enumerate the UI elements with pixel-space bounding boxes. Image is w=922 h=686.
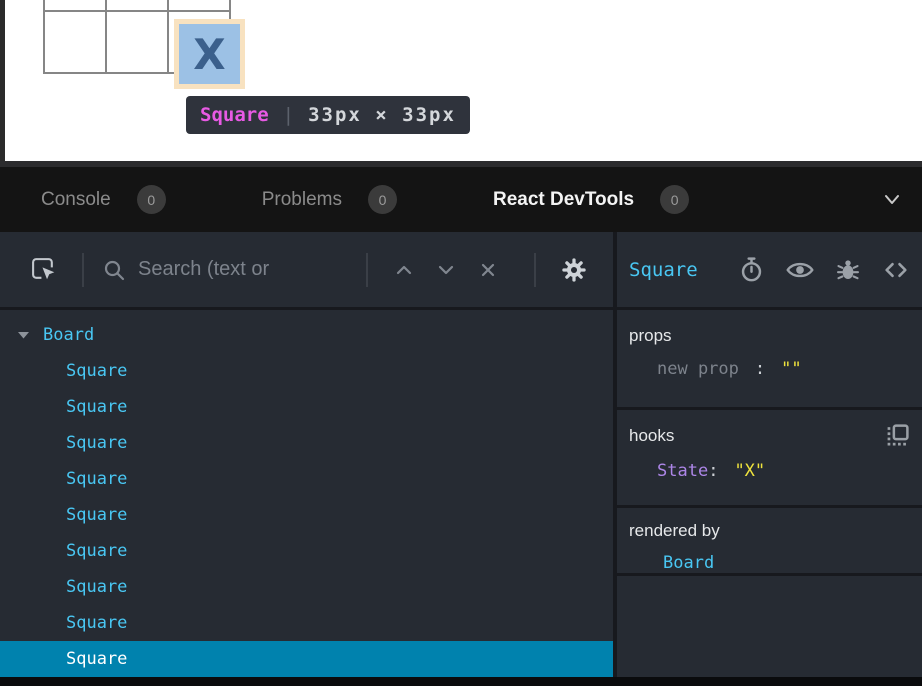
view-source-button[interactable]	[882, 256, 910, 284]
chevron-down-icon	[434, 258, 458, 282]
bug-icon	[835, 257, 861, 283]
board-square-value: X	[193, 30, 225, 79]
tooltip-separator: |	[283, 104, 294, 126]
colon: :	[755, 359, 765, 379]
collapse-drawer-button[interactable]	[880, 187, 904, 211]
tree-item-label: Square	[66, 505, 127, 525]
tab-react-devtools[interactable]: React DevTools 0	[493, 185, 689, 214]
hooks-section: hooks	[617, 410, 922, 508]
tab-react-devtools-badge: 0	[660, 185, 689, 214]
rendered-by-board-link[interactable]: Board	[617, 553, 922, 573]
new-prop-row: new prop : ""	[617, 359, 922, 379]
rendered-by-section: rendered by Board	[617, 508, 922, 576]
toolbar-divider	[534, 253, 536, 287]
hook-value-input[interactable]: "X"	[734, 461, 765, 481]
tooltip-dimensions: 33px × 33px	[308, 104, 456, 126]
new-prop-value-input[interactable]: ""	[781, 359, 801, 379]
tree-item-label: Square	[66, 577, 127, 597]
browser-page: X Square | 33px × 33px	[0, 0, 922, 161]
tree-item-label: Square	[66, 649, 127, 669]
react-devtools-panel: Square	[0, 232, 922, 677]
inspect-dom-button[interactable]	[786, 256, 814, 284]
components-toolbar	[0, 232, 613, 310]
parse-hooks-icon	[885, 423, 910, 448]
tree-item-square[interactable]: Square	[0, 497, 613, 533]
tree-item-board[interactable]: Board	[0, 317, 613, 353]
tree-item-square[interactable]: Square	[0, 425, 613, 461]
tree-item-square[interactable]: Square	[0, 389, 613, 425]
tab-console-badge: 0	[137, 185, 166, 214]
parse-hook-names-button[interactable]	[885, 423, 910, 448]
tab-react-devtools-label: React DevTools	[493, 189, 634, 211]
tree-item-square-selected[interactable]: Square	[0, 641, 613, 677]
tree-item-label: Board	[43, 325, 94, 345]
search-input[interactable]	[138, 258, 350, 281]
colon: :	[708, 461, 718, 481]
tree-item-label: Square	[66, 541, 127, 561]
toolbar-divider	[82, 253, 84, 287]
drawer-tabbar: Console 0 Problems 0 React DevTools 0	[0, 167, 922, 232]
tree-item-square[interactable]: Square	[0, 353, 613, 389]
clear-search-button[interactable]	[476, 258, 500, 282]
settings-button[interactable]	[560, 256, 588, 284]
inspect-element-icon	[30, 256, 57, 283]
toolbar-divider	[366, 253, 368, 287]
tree-item-label: Square	[66, 361, 127, 381]
state-hook-row: State : "X"	[617, 461, 922, 481]
inspector-toolbar: Square	[617, 232, 922, 310]
tooltip-component-name: Square	[200, 104, 269, 126]
chevron-down-icon	[881, 188, 903, 210]
tree-item-square[interactable]: Square	[0, 461, 613, 497]
tree-item-label: Square	[66, 469, 127, 489]
gear-icon	[560, 256, 588, 284]
component-tree: Board Square Square Square Square Square…	[0, 313, 613, 677]
rendered-by-title: rendered by	[629, 521, 720, 541]
tree-item-square[interactable]: Square	[0, 605, 613, 641]
tree-item-label: Square	[66, 613, 127, 633]
chevron-up-icon	[392, 258, 416, 282]
expand-arrow-icon[interactable]	[17, 331, 31, 339]
element-size-tooltip: Square | 33px × 33px	[186, 96, 470, 134]
panel-splitter[interactable]	[613, 232, 617, 677]
inspect-element-button[interactable]	[30, 256, 57, 283]
tree-item-label: Square	[66, 397, 127, 417]
hooks-section-title: hooks	[629, 426, 674, 446]
board-square[interactable]	[106, 11, 168, 73]
tab-console[interactable]: Console 0	[41, 185, 166, 214]
board-square[interactable]	[44, 0, 106, 11]
inspect-highlight-content[interactable]: X	[179, 24, 240, 84]
new-prop-name-input[interactable]: new prop	[657, 359, 739, 379]
selected-component-title: Square	[629, 259, 698, 281]
previous-result-button[interactable]	[392, 258, 416, 282]
props-section: props new prop : ""	[617, 313, 922, 410]
screenshot-root: X Square | 33px × 33px Console 0 Problem…	[0, 0, 922, 686]
eye-icon	[786, 256, 814, 284]
next-result-button[interactable]	[434, 258, 458, 282]
tab-problems-badge: 0	[368, 185, 397, 214]
props-section-title: props	[629, 326, 672, 346]
window-edge	[0, 0, 5, 161]
board-square[interactable]	[168, 0, 230, 11]
board-square[interactable]	[44, 11, 106, 73]
code-brackets-icon	[882, 256, 910, 284]
tree-item-square[interactable]: Square	[0, 569, 613, 605]
tab-problems[interactable]: Problems 0	[262, 185, 397, 214]
tab-problems-label: Problems	[262, 189, 342, 211]
board-square[interactable]	[106, 0, 168, 11]
window-bottom-edge	[0, 677, 922, 686]
tree-item-label: Square	[66, 433, 127, 453]
stopwatch-icon	[738, 256, 765, 283]
log-component-button[interactable]	[835, 257, 861, 283]
suspend-toggle-button[interactable]	[738, 256, 765, 283]
close-icon	[476, 258, 500, 282]
tree-item-square[interactable]: Square	[0, 533, 613, 569]
search-icon	[102, 258, 126, 282]
hook-name: State	[657, 461, 708, 481]
tab-console-label: Console	[41, 189, 111, 211]
component-inspector: props new prop : "" hooks	[617, 313, 922, 677]
